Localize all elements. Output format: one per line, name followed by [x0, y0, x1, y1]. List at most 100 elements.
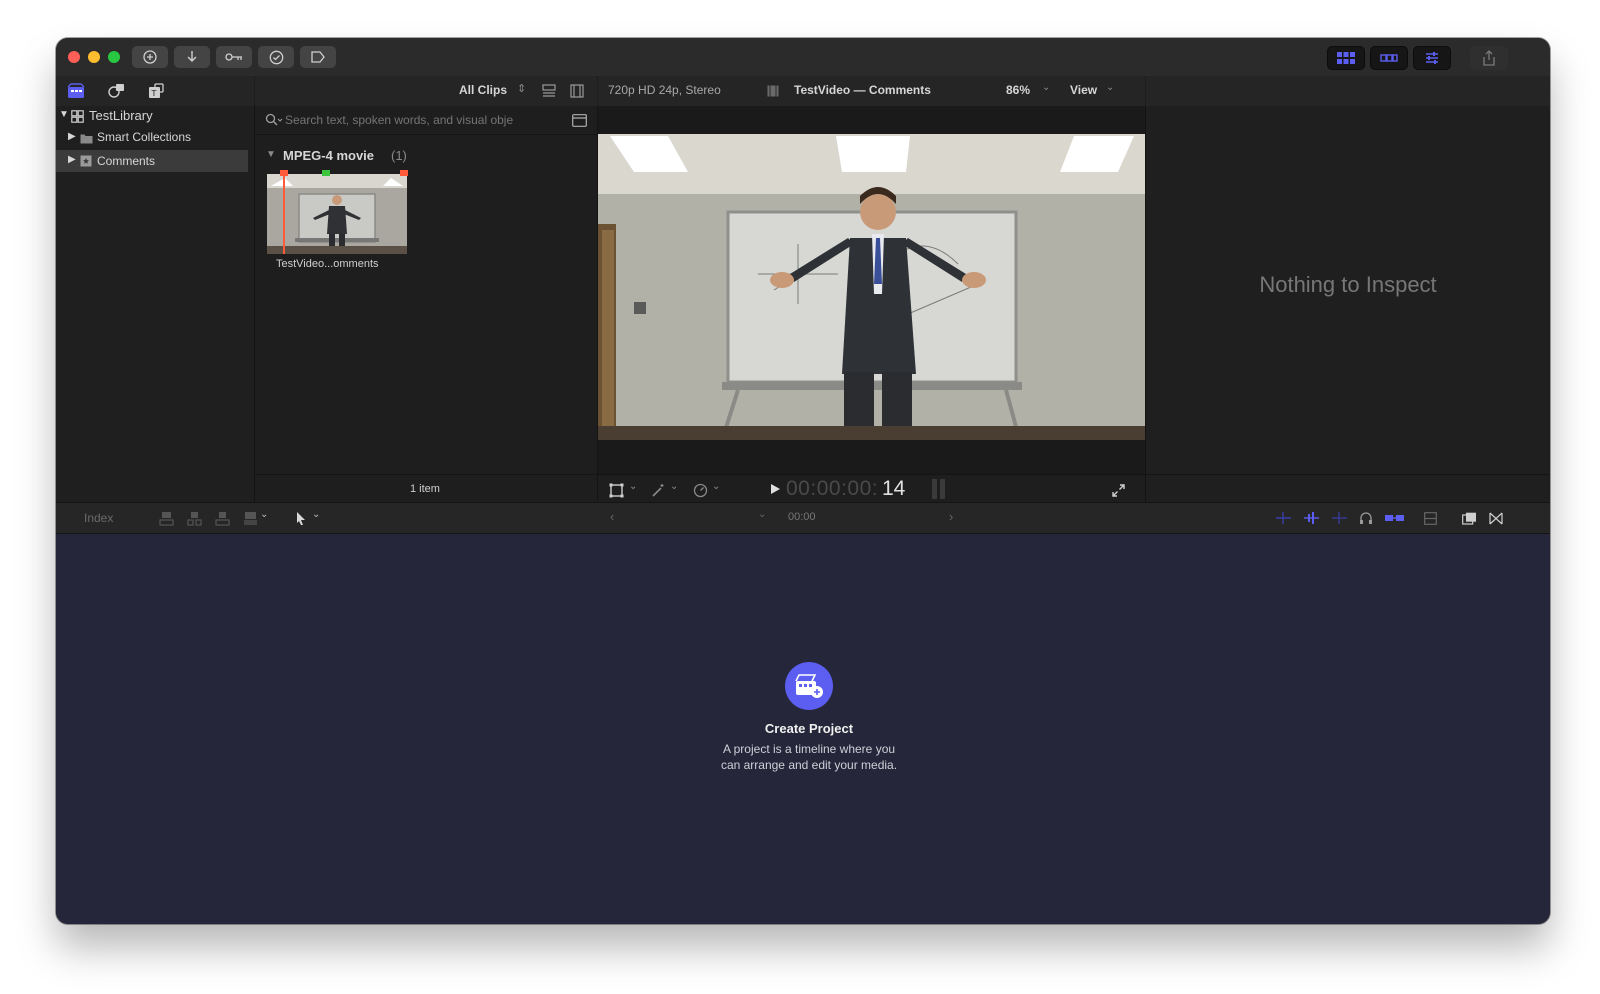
zoom-level[interactable]: 86% [1006, 83, 1030, 97]
share-icon [1483, 50, 1495, 66]
clip-browser: ▼ MPEG-4 movie (1) [255, 106, 598, 502]
create-project-button[interactable] [785, 662, 833, 710]
sidebar-toolbar: T [56, 76, 254, 107]
zoom-button[interactable] [108, 51, 120, 63]
clip-appearance-icon[interactable] [541, 83, 557, 99]
minimize-button[interactable] [88, 51, 100, 63]
sidebar-item-smart-collections[interactable]: ▶ Smart Collections [56, 128, 254, 148]
video-frame[interactable] [598, 134, 1145, 440]
audio-skimming-icon[interactable] [1302, 510, 1320, 526]
timeline-icon [1380, 54, 1398, 62]
chevron-updown-icon[interactable]: ⇕ [517, 82, 526, 95]
snapping-icon[interactable] [1384, 510, 1404, 526]
inspector-toggle-button[interactable] [1413, 46, 1451, 70]
timeline-chevron-icon[interactable]: ⌄ [758, 509, 766, 520]
view-menu[interactable]: View [1070, 83, 1097, 97]
sidebar-item-label: Comments [97, 154, 156, 168]
fullscreen-icon[interactable] [1110, 482, 1126, 498]
history-back-icon[interactable]: ‹ [610, 509, 614, 524]
transitions-browser-icon[interactable] [1488, 510, 1504, 526]
viewer: ⌄ ⌄ ⌄ 00:00:00: 14 [598, 106, 1146, 503]
enhance-chevron-icon[interactable]: ⌄ [670, 481, 678, 492]
browser-footer: 1 item [255, 474, 597, 503]
browser-toggle-button[interactable] [1327, 46, 1365, 70]
index-button[interactable]: Index [84, 511, 113, 525]
clip-name: TestVideo...omments [276, 258, 379, 270]
filter-window-icon[interactable] [571, 113, 587, 127]
libraries-icon[interactable] [66, 82, 86, 100]
all-clips-filter[interactable]: All Clips [459, 83, 507, 97]
timeline-timecode: 00:00 [788, 511, 816, 523]
group-label: MPEG-4 movie [283, 148, 375, 163]
view-chevron-icon[interactable]: ⌄ [1106, 82, 1114, 93]
key-icon [225, 53, 242, 61]
title-bar [56, 38, 1550, 77]
sidebar-item-comments[interactable]: ▶ Comments [56, 150, 248, 172]
skimming-icon[interactable] [1274, 510, 1292, 526]
zoom-chevron-icon[interactable]: ⌄ [1042, 82, 1050, 93]
overwrite-clip-icon[interactable] [242, 510, 258, 526]
enhance-wand-icon[interactable] [650, 482, 666, 498]
timecode-dim: 00:00:00: [786, 477, 879, 500]
append-clip-icon[interactable] [214, 510, 230, 526]
search-input[interactable] [285, 110, 555, 130]
keyword-button[interactable] [216, 46, 252, 68]
library-name: TestLibrary [89, 108, 153, 123]
library-icon [70, 109, 84, 123]
marker-red-icon [400, 170, 408, 176]
speed-icon[interactable] [692, 482, 708, 498]
library-row[interactable]: ▼ TestLibrary [56, 106, 254, 126]
create-project-desc-line1: A project is a timeline where you [722, 742, 896, 756]
viewer-toolbar: 720p HD 24p, Stereo TestVideo — Comments… [598, 76, 1145, 107]
audio-meter-left [932, 479, 937, 499]
inspector-toolbar [1146, 76, 1550, 107]
headphones-icon[interactable] [1358, 510, 1374, 526]
disclosure-closed-icon[interactable]: ▶ [68, 131, 76, 142]
share-button[interactable] [1470, 46, 1508, 70]
filmstrip-small-icon [766, 84, 780, 98]
item-count: 1 item [410, 483, 440, 495]
import-button[interactable] [132, 46, 168, 68]
browser-toolbar: All Clips ⇕ [255, 76, 597, 107]
photos-audio-icon[interactable] [106, 82, 126, 100]
close-button[interactable] [68, 51, 80, 63]
effects-browser-icon[interactable] [1460, 510, 1478, 526]
solo-icon[interactable] [1330, 510, 1348, 526]
share-tag-icon [311, 51, 325, 63]
clip-appearance-toggle-icon[interactable] [1422, 510, 1438, 526]
connect-clip-icon[interactable] [158, 510, 174, 526]
download-arrow-icon [187, 51, 197, 62]
search-icon[interactable] [265, 113, 283, 127]
transform-icon[interactable] [608, 482, 624, 498]
app-window: T All Clips ⇕ 720p HD 24p, Stereo TestVi… [56, 38, 1550, 924]
history-forward-icon[interactable]: › [949, 509, 953, 524]
timecode-frames: 14 [882, 477, 906, 500]
filmstrip-icon[interactable] [569, 83, 585, 99]
disclosure-open-icon[interactable]: ▼ [59, 109, 69, 120]
select-tool-icon[interactable] [294, 510, 308, 526]
clip-thumbnail[interactable] [267, 170, 408, 254]
download-button[interactable] [174, 46, 210, 68]
sidebar-item-label: Smart Collections [97, 130, 192, 144]
checkmark-circle-icon [269, 50, 283, 64]
disclosure-closed-icon[interactable]: ▶ [68, 154, 76, 165]
share-clip-button[interactable] [300, 46, 336, 68]
clapperboard-add-icon [795, 674, 823, 698]
tool-chevron-icon[interactable]: ⌄ [312, 509, 320, 520]
sliders-icon [1426, 52, 1438, 64]
edit-chevron-icon[interactable]: ⌄ [260, 509, 268, 520]
playhead-marker [283, 174, 285, 254]
titles-generators-icon[interactable]: T [146, 82, 166, 100]
group-disclosure-icon[interactable]: ▼ [266, 149, 276, 160]
timeline-toggle-button[interactable] [1370, 46, 1408, 70]
grid-icon [1337, 52, 1355, 64]
timeline-area: Create Project A project is a timeline w… [56, 534, 1550, 924]
speed-chevron-icon[interactable]: ⌄ [712, 481, 720, 492]
inspector: Nothing to Inspect [1146, 106, 1550, 502]
insert-clip-icon[interactable] [186, 510, 202, 526]
viewer-title: TestVideo — Comments [794, 83, 931, 97]
libraries-sidebar: ▼ TestLibrary ▶ Smart Collections ▶ Comm… [56, 106, 255, 502]
play-icon[interactable] [768, 482, 782, 496]
transform-chevron-icon[interactable]: ⌄ [629, 481, 637, 492]
background-tasks-button[interactable] [258, 46, 294, 68]
